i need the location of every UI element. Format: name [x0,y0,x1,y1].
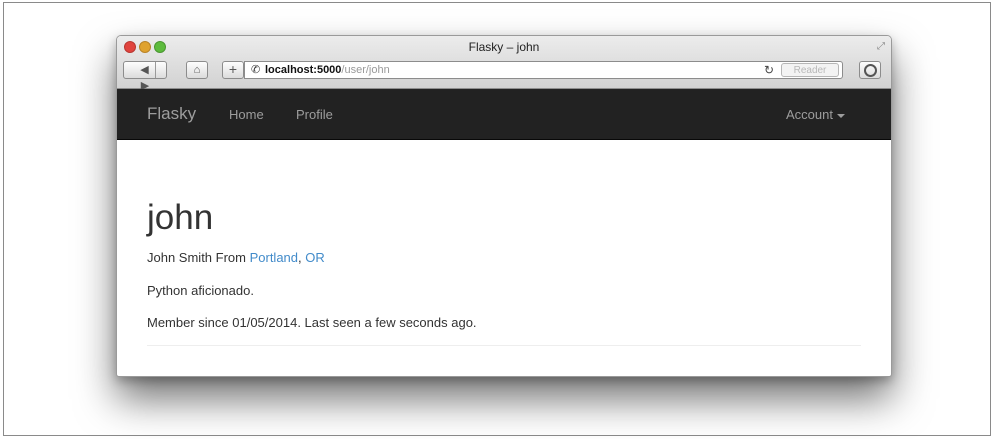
fullscreen-icon[interactable]: ⤢ [877,41,885,52]
window-title: Flasky – john [468,40,540,54]
caret-down-icon [837,113,845,118]
site-navbar: Flasky Home Profile Account [117,89,891,140]
city-link[interactable]: Portland [250,250,298,265]
url-host: localhost:5000 [265,64,342,76]
downloads-icon [863,64,877,77]
home-icon: ⌂ [193,64,201,76]
about-me: Python aficionado. [147,283,254,298]
plus-icon: + [228,61,238,77]
separator [155,62,156,78]
user-location: John Smith From Portland, OR [147,250,325,265]
reload-icon[interactable]: ↻ [764,62,774,78]
address-bar[interactable]: ✆ localhost:5000/user/john ↻ Reader [244,61,843,79]
downloads-button[interactable] [859,61,881,79]
phone-icon: ✆ [251,64,261,76]
back-forward-buttons: ◀▶ [123,61,167,92]
browser-toolbar: Flasky – john ⤢ ◀▶ ⌂ + ✆ localhost:5000/… [117,36,891,92]
page-title: john [147,198,214,237]
member-info: Member since 01/05/2014. Last seen a few… [147,315,477,330]
account-label: Account [786,107,833,122]
nav-link-profile[interactable]: Profile [296,107,333,122]
name-prefix: John Smith From [147,250,250,265]
add-bookmark-button[interactable]: + [222,61,244,79]
account-dropdown[interactable]: Account [786,107,845,122]
back-icon[interactable]: ◀ [134,62,155,78]
brand-link[interactable]: Flasky [147,104,196,124]
nav-link-home[interactable]: Home [229,107,264,122]
state-link[interactable]: OR [305,250,325,265]
browser-window: Flasky – john ⤢ ◀▶ ⌂ + ✆ localhost:5000/… [116,35,892,377]
url-text: localhost:5000/user/john [265,62,390,78]
url-path: /user/john [341,64,390,76]
reader-button[interactable]: Reader [781,63,839,77]
home-button[interactable]: ⌂ [186,61,208,79]
divider [147,345,861,346]
